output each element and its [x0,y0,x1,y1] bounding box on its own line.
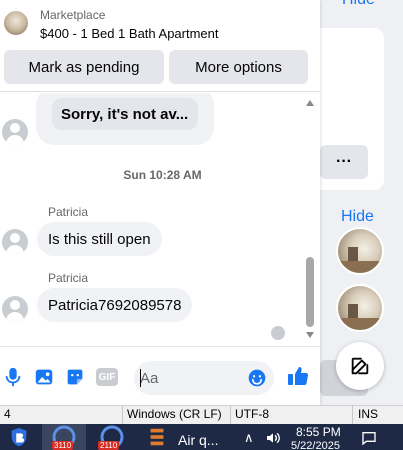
chevron-up-icon[interactable]: ∧ [244,430,254,446]
message-bubble[interactable]: Is this still open [37,222,162,256]
taskbar-clock[interactable]: 8:55 PM [296,426,341,439]
message-timestamp: Sun 10:28 AM [123,168,202,182]
status-insert-mode: INS [358,407,379,421]
chat-head-2[interactable] [336,284,384,332]
previous-message-preview[interactable]: Sorry, it's not av... [52,98,198,130]
message-input-container[interactable] [134,361,274,395]
status-column: 4 [4,407,11,421]
taskbar: 3110 2110 Air q... ∧ 8:55 PM 5/22/2025 [0,424,403,450]
listing-header: Marketplace $400 - 1 Bed 1 Bath Apartmen… [0,0,320,92]
gif-icon[interactable]: GIF [96,368,118,386]
compose-icon [351,357,369,375]
taskbar-date[interactable]: 5/22/2025 [291,440,340,450]
status-encoding[interactable]: UTF-8 [235,407,269,421]
seen-indicator [271,326,285,340]
message-input[interactable] [140,368,240,388]
air-quality-icon [150,428,164,446]
message-sender: Patricia [48,271,89,285]
emoji-icon[interactable] [247,368,267,388]
message-composer: GIF [0,346,320,405]
taskbar-app-label: Air q... [178,432,219,448]
avatar[interactable] [2,296,28,322]
microphone-icon[interactable] [2,366,24,388]
taskbar-app-icon[interactable] [6,424,32,450]
editor-status-bar: 4 Windows (CR LF) UTF-8 INS [0,405,403,425]
taskbar-air-quality[interactable]: Air q... [142,424,232,450]
chat-head-1[interactable] [336,227,384,275]
mark-as-pending-button[interactable]: Mark as pending [4,50,164,84]
more-options-button[interactable]: More options [169,50,308,84]
scroll-thumb[interactable] [306,257,314,327]
chat-window: Marketplace $400 - 1 Bed 1 Bath Apartmen… [0,0,320,405]
notification-badge: 2110 [98,441,120,450]
taskbar-browser-1[interactable]: 3110 [42,424,86,450]
message-scrollbar[interactable] [305,100,315,340]
scroll-up-arrow-icon[interactable] [306,100,314,106]
avatar[interactable] [2,229,28,255]
new-message-button[interactable] [336,342,384,390]
text-caret [140,369,141,387]
message-bubble[interactable]: Patricia7692089578 [37,288,193,322]
notifications-icon[interactable] [360,430,378,446]
message-list: Sorry, it's not av... Sun 10:28 AM Patri… [0,93,320,346]
volume-icon[interactable] [264,430,282,446]
avatar[interactable] [2,119,28,145]
message-sender: Patricia [48,205,89,219]
listing-thumbnail[interactable] [4,11,28,35]
shield-app-icon [11,427,27,447]
status-line-ending[interactable]: Windows (CR LF) [127,407,222,421]
hide-link-top[interactable]: Hide [342,0,375,9]
background-more-button[interactable]: ··· [320,145,368,179]
sticker-icon[interactable] [64,366,86,388]
listing-kicker: Marketplace [40,8,106,22]
hide-link[interactable]: Hide [341,208,374,226]
listing-title[interactable]: $400 - 1 Bed 1 Bath Apartment [40,26,219,41]
thumbs-up-icon[interactable] [286,364,310,388]
notification-badge: 3110 [52,441,74,450]
scroll-down-arrow-icon[interactable] [306,332,314,338]
photo-icon[interactable] [33,366,55,388]
taskbar-browser-2[interactable]: 2110 [92,424,132,450]
